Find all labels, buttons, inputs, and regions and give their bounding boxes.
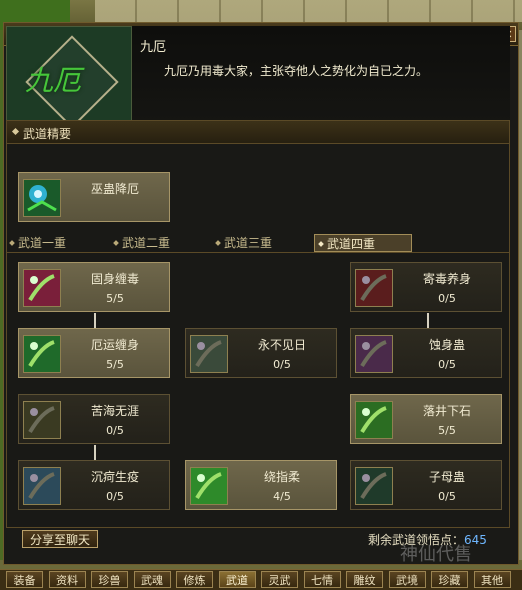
skill-card[interactable]: 蚀身蛊 0/5 xyxy=(350,328,502,378)
skill-level: 5/5 xyxy=(438,424,456,437)
tab-tier-1[interactable]: 武道一重 xyxy=(6,234,104,252)
diamond-bullet-icon xyxy=(318,241,324,247)
skill-card[interactable]: 苦海无涯 0/5 xyxy=(18,394,170,444)
diamond-bullet-icon xyxy=(215,240,221,246)
skill-connector xyxy=(94,313,96,329)
bottom-tab[interactable]: 武魂 xyxy=(133,571,171,588)
school-name: 九厄 xyxy=(140,40,167,55)
skill-level: 0/5 xyxy=(438,292,456,305)
stone-drop-icon xyxy=(355,401,393,439)
diamond-bullet-icon xyxy=(113,240,119,246)
skill-name: 落井下石 xyxy=(422,404,471,418)
skill-level: 4/5 xyxy=(273,490,291,503)
skill-card[interactable]: 子母蛊 0/5 xyxy=(350,460,502,510)
bottom-tab-bar: 装备 资料 珍兽 武魂 修炼 武道 灵武 七情 雕纹 武境 珍藏 其他 xyxy=(0,569,522,590)
bottom-tab[interactable]: 雕纹 xyxy=(346,571,383,588)
curse-bind-icon xyxy=(23,335,61,373)
finger-silk-icon xyxy=(190,467,228,505)
tab-tier-2[interactable]: 武道二重 xyxy=(110,234,208,252)
skill-name: 苦海无涯 xyxy=(90,404,139,418)
plague-icon xyxy=(23,467,61,505)
bottom-tab[interactable]: 装备 xyxy=(6,571,43,588)
poison-orb-icon xyxy=(23,179,61,217)
section-header: 武道精要 xyxy=(7,121,509,144)
tab-label: 武道一重 xyxy=(18,236,67,250)
skill-level: 5/5 xyxy=(106,358,124,371)
skill-card[interactable]: 沉疴生疫 0/5 xyxy=(18,460,170,510)
skill-level: 0/5 xyxy=(106,424,124,437)
bottom-tab[interactable]: 资料 xyxy=(48,571,86,588)
corrode-gu-icon xyxy=(355,335,393,373)
skill-level: 0/5 xyxy=(273,358,291,371)
bottom-tab[interactable]: 七情 xyxy=(303,571,341,588)
skill-name: 固身缠毒 xyxy=(90,272,139,286)
bottom-tab[interactable]: 珍藏 xyxy=(431,571,468,588)
main-skill-name: 巫蛊降厄 xyxy=(90,182,139,196)
parasite-icon xyxy=(355,269,393,307)
skill-level: 0/5 xyxy=(438,490,456,503)
bottom-tab[interactable]: 灵武 xyxy=(261,571,298,588)
skill-card[interactable]: 厄运缠身 5/5 xyxy=(18,328,170,378)
skill-name: 绕指柔 xyxy=(263,470,300,484)
mother-gu-icon xyxy=(355,467,393,505)
skill-connector xyxy=(427,313,429,329)
section-title: 武道精要 xyxy=(23,127,72,141)
skill-name: 沉疴生疫 xyxy=(90,470,139,484)
diamond-bullet-icon xyxy=(11,127,20,136)
bottom-tab[interactable]: 修炼 xyxy=(176,571,213,588)
tab-tier-3[interactable]: 武道三重 xyxy=(212,234,310,252)
scene-stone-wall xyxy=(95,0,522,22)
bottom-tab[interactable]: 珍兽 xyxy=(91,571,128,588)
skill-card[interactable]: 固身缠毒 5/5 xyxy=(18,262,170,312)
emblem-glyph: 九厄 xyxy=(25,64,82,97)
skill-name: 永不见日 xyxy=(257,338,306,352)
eclipse-icon xyxy=(190,335,228,373)
main-skill-card[interactable]: 巫蛊降厄 xyxy=(18,172,170,222)
skill-card[interactable]: 绕指柔 4/5 xyxy=(185,460,337,510)
skill-card[interactable]: 永不见日 0/5 xyxy=(185,328,337,378)
tab-label: 武道二重 xyxy=(122,236,171,250)
tier-tabs: 武道一重 武道二重 武道三重 武道四重 xyxy=(6,232,510,253)
bitter-sea-icon xyxy=(23,401,61,439)
skill-level: 0/5 xyxy=(106,490,124,503)
skill-name: 子母蛊 xyxy=(428,470,465,484)
bottom-tab[interactable]: 武境 xyxy=(388,571,426,588)
diamond-bullet-icon xyxy=(9,240,15,246)
skill-card[interactable]: 落井下石 5/5 xyxy=(350,394,502,444)
school-description: 九厄乃用毒大家，主张夺他人之势化为自已之力。 xyxy=(164,64,429,78)
share-to-chat-button[interactable]: 分享至聊天 xyxy=(22,530,98,548)
skill-name: 寄毒养身 xyxy=(422,272,471,286)
skill-connector xyxy=(94,445,96,461)
skill-name: 厄运缠身 xyxy=(90,338,139,352)
watermark-text: 神仙代售 xyxy=(400,544,472,565)
tab-tier-4[interactable]: 武道四重 xyxy=(314,234,412,252)
skill-level: 0/5 xyxy=(438,358,456,371)
tab-label: 武道四重 xyxy=(327,237,376,251)
bottom-tab[interactable]: 武道 xyxy=(218,571,256,588)
tab-label: 武道三重 xyxy=(224,236,273,250)
bottom-tab[interactable]: 其他 xyxy=(473,571,511,588)
skill-name: 蚀身蛊 xyxy=(428,338,465,352)
poison-wrap-icon xyxy=(23,269,61,307)
skill-level: 5/5 xyxy=(106,292,124,305)
skill-card[interactable]: 寄毒养身 0/5 xyxy=(350,262,502,312)
